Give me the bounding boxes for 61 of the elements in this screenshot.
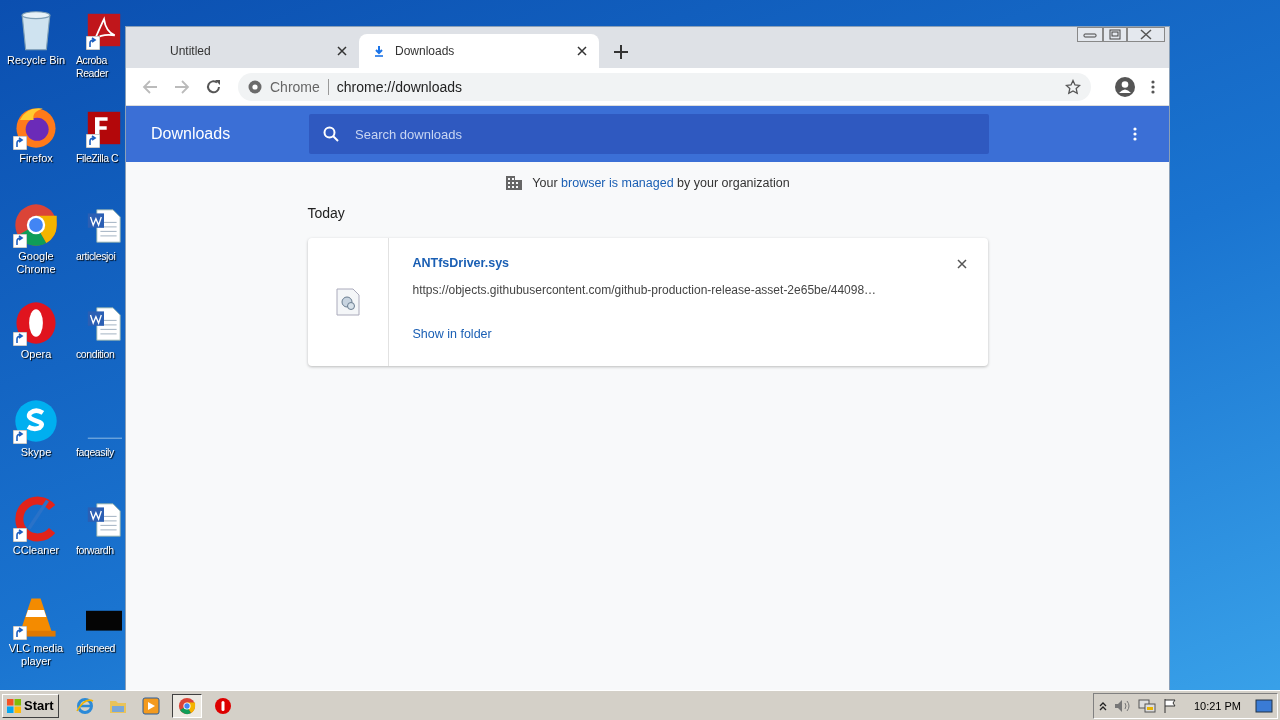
desktop-icon-label[interactable]: Recycle Bin — [4, 54, 68, 67]
opera-icon[interactable] — [13, 300, 59, 346]
desktop-icon-label[interactable]: articlesjoi — [76, 250, 124, 263]
chrome-icon[interactable] — [13, 202, 59, 248]
word-document-icon[interactable] — [86, 306, 122, 342]
close-icon[interactable] — [1127, 27, 1165, 42]
reload-icon[interactable] — [206, 78, 222, 95]
menu-icon[interactable] — [1151, 79, 1155, 94]
file-name-link[interactable]: ANTfsDriver.sys — [412, 256, 510, 270]
menu-icon[interactable] — [1133, 127, 1137, 141]
system-file-icon — [335, 288, 360, 316]
search-icon — [323, 126, 339, 142]
media-player-icon — [141, 696, 160, 715]
date-heading: Today — [307, 205, 346, 221]
desktop-icon-label[interactable]: VLC media player — [4, 642, 68, 668]
taskbar-button[interactable] — [171, 693, 202, 718]
chrome-icon — [177, 696, 196, 715]
close-icon[interactable] — [577, 46, 587, 56]
browser-tab[interactable]: Downloads — [359, 34, 599, 68]
desktop-icon-label[interactable]: faqeasily — [76, 446, 124, 459]
flag-icon[interactable] — [1161, 697, 1178, 714]
maximize-icon[interactable] — [1103, 27, 1127, 42]
desktop-icon-label[interactable]: forwardh — [76, 544, 124, 557]
start-button[interactable]: Start — [2, 693, 59, 718]
desktop-icon-label[interactable]: girlsneed — [76, 642, 124, 655]
url-text: chrome://downloads — [336, 78, 464, 95]
page-title: Downloads — [151, 125, 232, 143]
word-document-icon[interactable] — [86, 502, 122, 538]
network-icon[interactable] — [1137, 697, 1156, 714]
show-in-folder-link[interactable]: Show in folder — [412, 327, 492, 341]
stop-sign-icon — [213, 696, 232, 715]
managed-link[interactable]: browser is managed — [561, 176, 674, 190]
desktop-icon-label[interactable]: Acroba Reader — [76, 54, 124, 80]
minimize-icon[interactable] — [1077, 27, 1103, 42]
search-field[interactable]: Search downloads — [309, 114, 989, 154]
profile-icon[interactable] — [1115, 76, 1135, 97]
desktop-icon-label[interactable]: CCleaner — [4, 544, 68, 557]
skype-icon[interactable] — [13, 398, 59, 444]
star-icon[interactable] — [1065, 78, 1081, 95]
word-document-icon[interactable] — [86, 208, 122, 244]
desktop-icon-label[interactable]: Firefox — [4, 152, 68, 165]
file-url: https://objects.githubusercontent.com/github-production-release-asset-2e65be/44098… — [412, 283, 877, 297]
close-icon[interactable] — [956, 259, 967, 269]
close-icon[interactable] — [337, 46, 347, 56]
address-bar[interactable]: Chrome chrome://downloads — [238, 72, 1091, 101]
ie-icon — [75, 696, 94, 715]
chrome-logo-icon — [248, 79, 262, 94]
desktop-icon-label[interactable]: Opera — [4, 348, 68, 361]
windows-logo-icon — [7, 698, 21, 713]
managed-notice: Your browser is managed by your organization — [532, 176, 790, 190]
desktop-icon-label[interactable]: Skype — [4, 446, 68, 459]
desktop-icon-label[interactable]: condition — [76, 348, 124, 361]
show-desktop-icon[interactable] — [1255, 697, 1273, 714]
download-icon — [373, 45, 385, 57]
desktop-icon-label[interactable]: FileZilla C — [76, 152, 124, 165]
browser-tab[interactable]: Untitled — [134, 34, 359, 68]
desktop-icon-label[interactable]: Google Chrome — [4, 250, 68, 276]
building-icon — [505, 175, 524, 191]
new-tab-icon[interactable] — [614, 44, 628, 59]
site-label: Chrome — [270, 78, 320, 95]
clock[interactable]: 10:21 PM — [1193, 699, 1241, 712]
